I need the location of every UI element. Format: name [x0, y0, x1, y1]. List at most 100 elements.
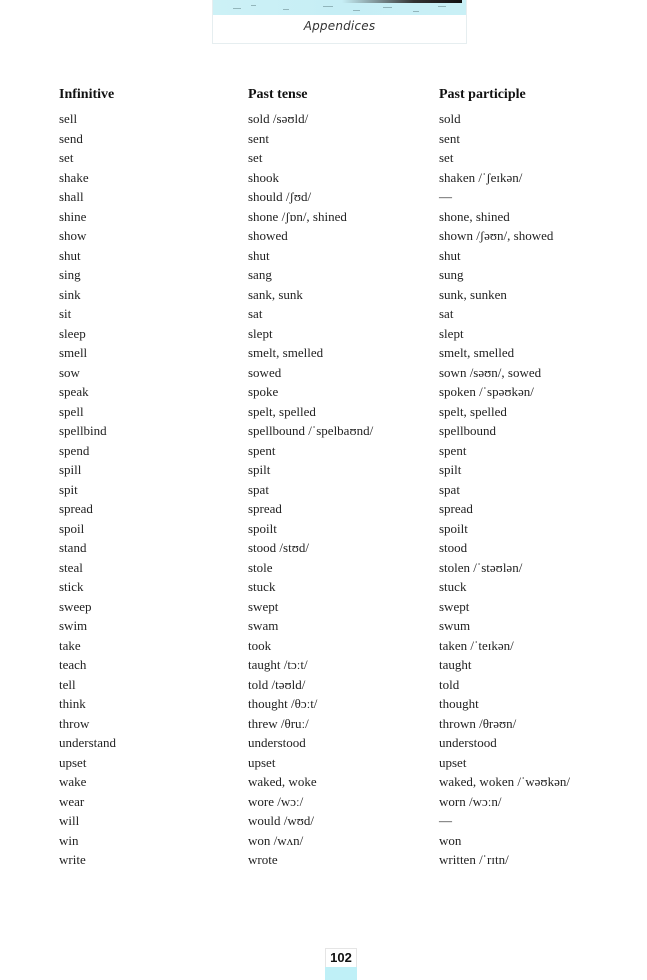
past-participle-cell: stood — [439, 540, 468, 555]
infinitive-cell: write — [59, 852, 86, 867]
infinitive-cell: shine — [59, 208, 87, 224]
past-participle-cell: swept — [439, 598, 470, 614]
infinitive-cell: wake — [59, 774, 87, 789]
past-tense-cell: shut — [248, 247, 270, 263]
past-participle-cell: swum — [439, 618, 471, 633]
infinitive-cell: send — [59, 130, 83, 146]
table-row: shall should /ʃʊd/ — — [59, 187, 619, 207]
past-tense-cell: told /təʊld/ — [248, 676, 306, 692]
infinitive-cell: shall — [59, 189, 84, 204]
past-participle-cell: — — [439, 813, 452, 828]
past-tense-cell: upset — [248, 754, 276, 770]
infinitive-cell: spend — [59, 442, 90, 458]
past-participle-cell: spent — [439, 442, 467, 458]
past-participle-cell: sent — [439, 130, 460, 146]
table-row: upset upset upset — [59, 753, 619, 773]
table-row: steal stole stolen /ˈstəʊlən/ — [59, 558, 619, 578]
past-tense-cell: sat — [248, 306, 263, 321]
table-row: spill spilt spilt — [59, 460, 619, 480]
infinitive-cell: shake — [59, 169, 89, 185]
infinitive-cell: smell — [59, 345, 88, 360]
table-row: sleep slept slept — [59, 324, 619, 344]
infinitive-cell: steal — [59, 559, 83, 575]
table-row: sweep swept swept — [59, 597, 619, 617]
past-participle-cell: thrown /θrəʊn/ — [439, 715, 517, 731]
past-tense-cell: swept — [248, 598, 279, 614]
infinitive-cell: stand — [59, 540, 87, 555]
table-row: sit sat sat — [59, 304, 619, 324]
past-participle-cell: spoilt — [439, 520, 468, 536]
table-row: set set set — [59, 148, 619, 168]
past-tense-cell: threw /θruː/ — [248, 715, 309, 731]
table-row: take took taken /ˈteɪkən/ — [59, 636, 619, 656]
past-tense-cell: shone /ʃɒn/, shined — [248, 208, 347, 224]
table-row: speak spoke spoken /ˈspəʊkən/ — [59, 382, 619, 402]
infinitive-cell: shut — [59, 247, 81, 263]
infinitive-cell: teach — [59, 657, 87, 672]
infinitive-cell: sleep — [59, 325, 86, 341]
past-tense-cell: sang — [248, 267, 272, 282]
past-participle-cell: smelt, smelled — [439, 345, 515, 360]
infinitive-cell: spit — [59, 481, 78, 497]
infinitive-cell: stick — [59, 579, 84, 594]
past-tense-cell: spoke — [248, 384, 279, 399]
table-row: spread spread spread — [59, 499, 619, 519]
past-tense-cell: sold /səʊld/ — [248, 111, 309, 126]
table-row: spell spelt, spelled spelt, spelled — [59, 402, 619, 422]
table-row: tell told /təʊld/told — [59, 675, 619, 695]
past-participle-cell: upset — [439, 754, 467, 770]
past-tense-cell: wore /wɔː/ — [248, 793, 304, 809]
past-participle-cell: stuck — [439, 579, 467, 594]
past-tense-cell: showed — [248, 228, 288, 243]
past-participle-cell: worn /wɔːn/ — [439, 793, 502, 809]
past-participle-cell: shut — [439, 247, 461, 263]
past-participle-cell: spilt — [439, 462, 462, 477]
past-tense-cell: wrote — [248, 852, 278, 867]
past-tense-cell: should /ʃʊd/ — [248, 189, 312, 204]
table-row: smell smelt, smelled smelt, smelled — [59, 343, 619, 363]
infinitive-cell: speak — [59, 384, 89, 399]
table-row: will would /wʊd/ — — [59, 811, 619, 831]
past-tense-cell: understood — [248, 735, 306, 750]
past-tense-cell: taught /tɔːt/ — [248, 657, 308, 672]
infinitive-cell: spoil — [59, 520, 85, 536]
infinitive-cell: win — [59, 832, 79, 848]
past-tense-cell: set — [248, 150, 263, 165]
past-participle-cell: spread — [439, 501, 473, 516]
past-tense-cell: shook — [248, 169, 280, 185]
table-row: shut shut shut — [59, 246, 619, 266]
table-row: throw threw /θruː/thrown /θrəʊn/ — [59, 714, 619, 734]
table-row: spoil spoilt spoilt — [59, 519, 619, 539]
infinitive-cell: sow — [59, 364, 80, 380]
past-tense-cell: stuck — [248, 579, 276, 594]
table-row: show showed shown /ʃəʊn/, showed — [59, 226, 619, 246]
past-tense-cell: took — [248, 637, 272, 653]
infinitive-cell: sing — [59, 267, 81, 282]
table-row: teach taught /tɔːt/taught — [59, 655, 619, 675]
table-row: sing sang sung — [59, 265, 619, 285]
column-header-past-tense: Past tense — [248, 87, 308, 102]
infinitive-cell: sweep — [59, 598, 92, 614]
infinitive-cell: understand — [59, 735, 117, 750]
past-participle-cell: spelt, spelled — [439, 403, 507, 419]
infinitive-cell: sit — [59, 306, 72, 321]
past-participle-cell: waked, woken /ˈwəʊkən/ — [439, 774, 570, 789]
table-row: sow sowed sown /səʊn/, sowed — [59, 363, 619, 383]
page-number-accent — [325, 967, 357, 980]
past-participle-cell: shown /ʃəʊn/, showed — [439, 228, 554, 243]
past-participle-cell: — — [439, 189, 452, 204]
past-participle-cell: spellbound — [439, 423, 497, 438]
table-row: stand stood /stʊd/stood — [59, 538, 619, 558]
past-participle-cell: sold — [439, 111, 461, 126]
past-participle-cell: spoken /ˈspəʊkən/ — [439, 384, 534, 399]
past-tense-cell: stood /stʊd/ — [248, 540, 309, 555]
table-row: send sent sent — [59, 129, 619, 149]
page-number-box: 102 — [325, 948, 357, 980]
table-row: understand understood understood — [59, 733, 619, 753]
past-tense-cell: won /wʌn/ — [248, 832, 304, 848]
past-tense-cell: spat — [248, 481, 269, 497]
page-number: 102 — [325, 948, 357, 967]
past-tense-cell: thought /θɔːt/ — [248, 696, 318, 711]
past-participle-cell: taken /ˈteɪkən/ — [439, 637, 514, 653]
past-tense-cell: waked, woke — [248, 774, 317, 789]
